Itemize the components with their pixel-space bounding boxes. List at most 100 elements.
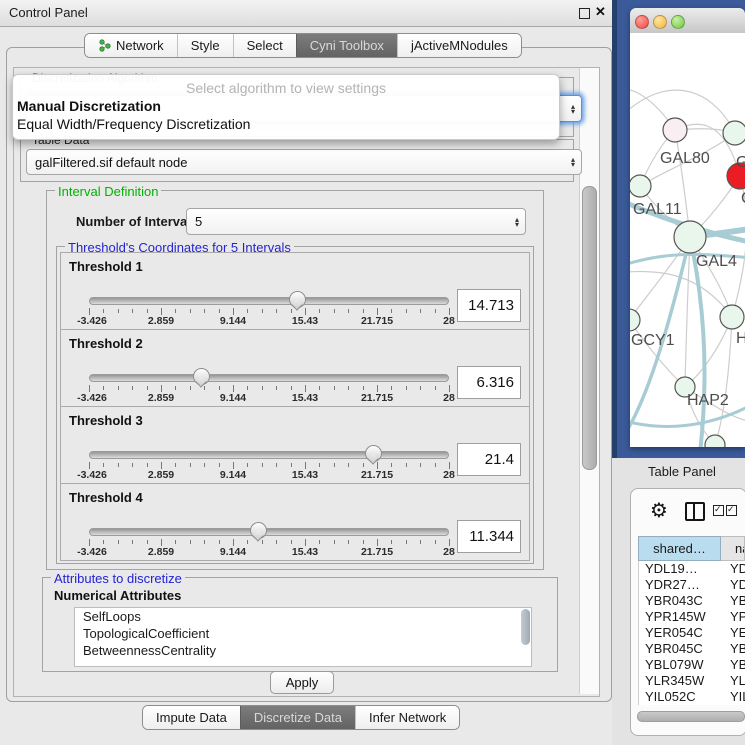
tab-select[interactable]: Select [233, 34, 296, 57]
slider-thumb[interactable] [250, 522, 267, 539]
network-node-label: GAL11 [633, 201, 682, 218]
tab-discretize-data-label: Discretize Data [254, 710, 342, 725]
close-traffic-light-icon[interactable] [635, 15, 649, 29]
slider-thumb[interactable] [365, 445, 382, 462]
network-node[interactable] [723, 121, 745, 145]
cell-shared-name[interactable]: YDR27… [639, 577, 726, 593]
cell-name[interactable]: YDL1 [726, 561, 745, 577]
dropdown-option-equal-width[interactable]: Equal Width/Frequency Discretization [13, 115, 559, 133]
cell-shared-name[interactable]: YBR043C [639, 593, 726, 609]
cell-shared-name[interactable]: YPR145W [639, 609, 726, 625]
cell-name[interactable]: YIL0 [726, 689, 745, 705]
table-row[interactable]: YIL052CYIL0 [639, 689, 745, 705]
tab-cyni-toolbox[interactable]: Cyni Toolbox [296, 34, 397, 57]
slider-track[interactable] [89, 451, 449, 459]
cell-shared-name[interactable]: YBR045C [639, 641, 726, 657]
tab-style[interactable]: Style [177, 34, 233, 57]
checkbox-icon[interactable] [726, 505, 737, 516]
threshold-label: Threshold 1 [69, 259, 143, 274]
slider-track[interactable] [89, 374, 449, 382]
network-node-label: G. [736, 154, 745, 171]
cell-name[interactable]: YLR3 [726, 673, 745, 689]
attribute-list-item[interactable]: BetweennessCentrality [75, 642, 531, 659]
network-node[interactable] [674, 221, 706, 253]
column-layout-icon[interactable] [685, 502, 705, 521]
table-data-selected: galFiltered.sif default node [35, 155, 187, 170]
slider-thumb[interactable] [289, 291, 306, 308]
cell-name[interactable]: YDR2 [726, 577, 745, 593]
cell-shared-name[interactable]: YBL079W [639, 657, 726, 673]
slider-track[interactable] [89, 528, 449, 536]
tab-discretize-data[interactable]: Discretize Data [240, 706, 355, 729]
threshold-value-field[interactable]: 6.316 [457, 366, 521, 399]
table-row[interactable]: YPR145WYPR1 [639, 609, 745, 625]
table-header-row: shared… na [638, 536, 745, 561]
network-node[interactable] [663, 118, 687, 142]
column-header-name[interactable]: na [721, 536, 745, 561]
network-node-label: GAL80 [660, 150, 710, 167]
attribute-list-item[interactable]: SelfLoops [75, 608, 531, 625]
cell-shared-name[interactable]: YIL052C [639, 689, 726, 705]
table-horizontal-scrollbar[interactable] [637, 711, 745, 722]
network-node-label: GAL4 [696, 253, 737, 270]
cell-name[interactable]: YBR0 [726, 593, 745, 609]
zoom-traffic-light-icon[interactable] [671, 15, 685, 29]
table-row[interactable]: YER054CYER0 [639, 625, 745, 641]
algorithm-dropdown-popup: Select algorithm to view settings Manual… [12, 74, 560, 140]
settings-scrollbar-thumb[interactable] [582, 186, 597, 470]
tab-style-label: Style [191, 38, 220, 53]
attribute-list-item[interactable]: TopologicalCoefficient [75, 625, 531, 642]
cell-name[interactable]: YBL0 [726, 657, 745, 673]
cell-shared-name[interactable]: YDL19… [639, 561, 726, 577]
cell-name[interactable]: YER0 [726, 625, 745, 641]
tab-infer-network-label: Infer Network [369, 710, 446, 725]
cell-shared-name[interactable]: YLR345W [639, 673, 726, 689]
table-row[interactable]: YBL079WYBL0 [639, 657, 745, 673]
slider-axis-labels: -3.4262.8599.14415.4321.71528 [89, 546, 449, 558]
tab-impute-data[interactable]: Impute Data [143, 706, 240, 729]
network-node[interactable] [720, 305, 744, 329]
close-icon[interactable]: ✕ [595, 4, 606, 20]
network-node[interactable] [630, 309, 640, 331]
cell-name[interactable]: YPR1 [726, 609, 745, 625]
attributes-scrollbar-thumb[interactable] [521, 609, 530, 645]
network-window-titlebar[interactable] [630, 8, 745, 34]
interval-definition-title: Interval Definition [55, 184, 161, 199]
network-node[interactable] [630, 175, 651, 197]
cell-shared-name[interactable]: YER054C [639, 625, 726, 641]
threshold-value-field[interactable]: 11.344 [457, 520, 521, 553]
column-header-shared-name[interactable]: shared… [638, 536, 721, 561]
table-row[interactable]: YLR345WYLR3 [639, 673, 745, 689]
cell-name[interactable]: YBR0 [726, 641, 745, 657]
table-row[interactable]: YBR045CYBR0 [639, 641, 745, 657]
table-data-combobox[interactable]: galFiltered.sif default node ▴▾ [26, 149, 582, 175]
tab-network[interactable]: Network [85, 34, 177, 57]
gear-icon[interactable]: ⚙ [650, 498, 668, 522]
slider-axis-labels: -3.4262.8599.14415.4321.71528 [89, 392, 449, 404]
apply-button[interactable]: Apply [270, 671, 334, 694]
network-node-label: HAP2 [687, 392, 729, 409]
tab-jactivemnodules-label: jActiveMNodules [411, 38, 508, 53]
desktop-edge [612, 0, 617, 458]
table-row[interactable]: YBR043CYBR0 [639, 593, 745, 609]
float-window-icon[interactable] [579, 8, 590, 19]
tab-jactivemnodules[interactable]: jActiveMNodules [397, 34, 521, 57]
table-row[interactable]: YDL19…YDL1 [639, 561, 745, 577]
threshold-value-field[interactable]: 14.713 [457, 289, 521, 322]
network-edge[interactable] [685, 317, 732, 387]
minimize-traffic-light-icon[interactable] [653, 15, 667, 29]
slider-axis-labels: -3.4262.8599.14415.4321.71528 [89, 315, 449, 327]
checkbox-icon[interactable] [713, 505, 724, 516]
network-canvas[interactable]: GAL80G.CGAL11GAL4GCY1HHAP2 [630, 33, 745, 447]
slider-axis-labels: -3.4262.8599.14415.4321.71528 [89, 469, 449, 481]
table-row[interactable]: YDR27…YDR2 [639, 577, 745, 593]
tab-infer-network[interactable]: Infer Network [355, 706, 459, 729]
number-of-intervals-combobox[interactable]: 5 ▴▾ [186, 208, 526, 235]
dropdown-option-manual[interactable]: Manual Discretization [13, 97, 559, 115]
slider-thumb[interactable] [193, 368, 210, 385]
apply-button-label: Apply [286, 675, 319, 690]
numerical-attributes-list[interactable]: SelfLoopsTopologicalCoefficientBetweenne… [74, 607, 532, 667]
threshold-value-field[interactable]: 21.4 [457, 443, 521, 476]
slider-track[interactable] [89, 297, 449, 305]
threshold-row: Threshold 3-3.4262.8599.14415.4321.71528… [60, 406, 530, 484]
